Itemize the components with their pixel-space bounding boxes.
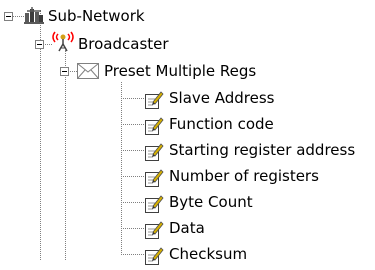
edit-field-icon xyxy=(144,220,164,240)
antenna-icon xyxy=(52,28,74,52)
tree-node-field[interactable]: Data xyxy=(169,218,205,238)
edit-field-icon xyxy=(144,194,164,214)
envelope-icon xyxy=(77,63,99,79)
tree-node-field[interactable]: Byte Count xyxy=(169,192,253,212)
tree-connector xyxy=(121,228,144,229)
edit-field-icon xyxy=(144,168,164,188)
collapse-toggle-preset-multiple-regs[interactable] xyxy=(60,67,69,76)
tree-connector xyxy=(13,16,24,17)
edit-field-icon xyxy=(144,142,164,162)
tree-node-field[interactable]: Function code xyxy=(169,114,274,134)
tree-node-broadcaster[interactable]: Broadcaster xyxy=(78,34,169,54)
tree-connector xyxy=(121,82,122,255)
tree-connector xyxy=(121,176,144,177)
protocol-tree: Sub-Network Broadcaster Preset Multiple … xyxy=(0,0,375,269)
tree-connector xyxy=(121,202,144,203)
tree-node-preset-multiple-regs[interactable]: Preset Multiple Regs xyxy=(104,61,256,81)
collapse-toggle-broadcaster[interactable] xyxy=(35,40,44,49)
tree-connector xyxy=(121,254,144,255)
collapse-toggle-sub-network[interactable] xyxy=(4,12,13,21)
tree-node-field[interactable]: Checksum xyxy=(169,244,247,264)
tree-connector xyxy=(121,150,144,151)
edit-field-icon xyxy=(144,116,164,136)
edit-field-icon xyxy=(144,246,164,266)
network-icon xyxy=(24,6,44,26)
tree-connector xyxy=(65,50,66,260)
tree-connector xyxy=(121,124,144,125)
tree-connector xyxy=(121,98,144,99)
tree-node-field[interactable]: Starting register address xyxy=(169,140,355,160)
edit-field-icon xyxy=(144,90,164,110)
tree-node-field[interactable]: Number of registers xyxy=(169,166,319,186)
tree-node-field[interactable]: Slave Address xyxy=(169,88,275,108)
tree-node-sub-network[interactable]: Sub-Network xyxy=(48,6,145,26)
